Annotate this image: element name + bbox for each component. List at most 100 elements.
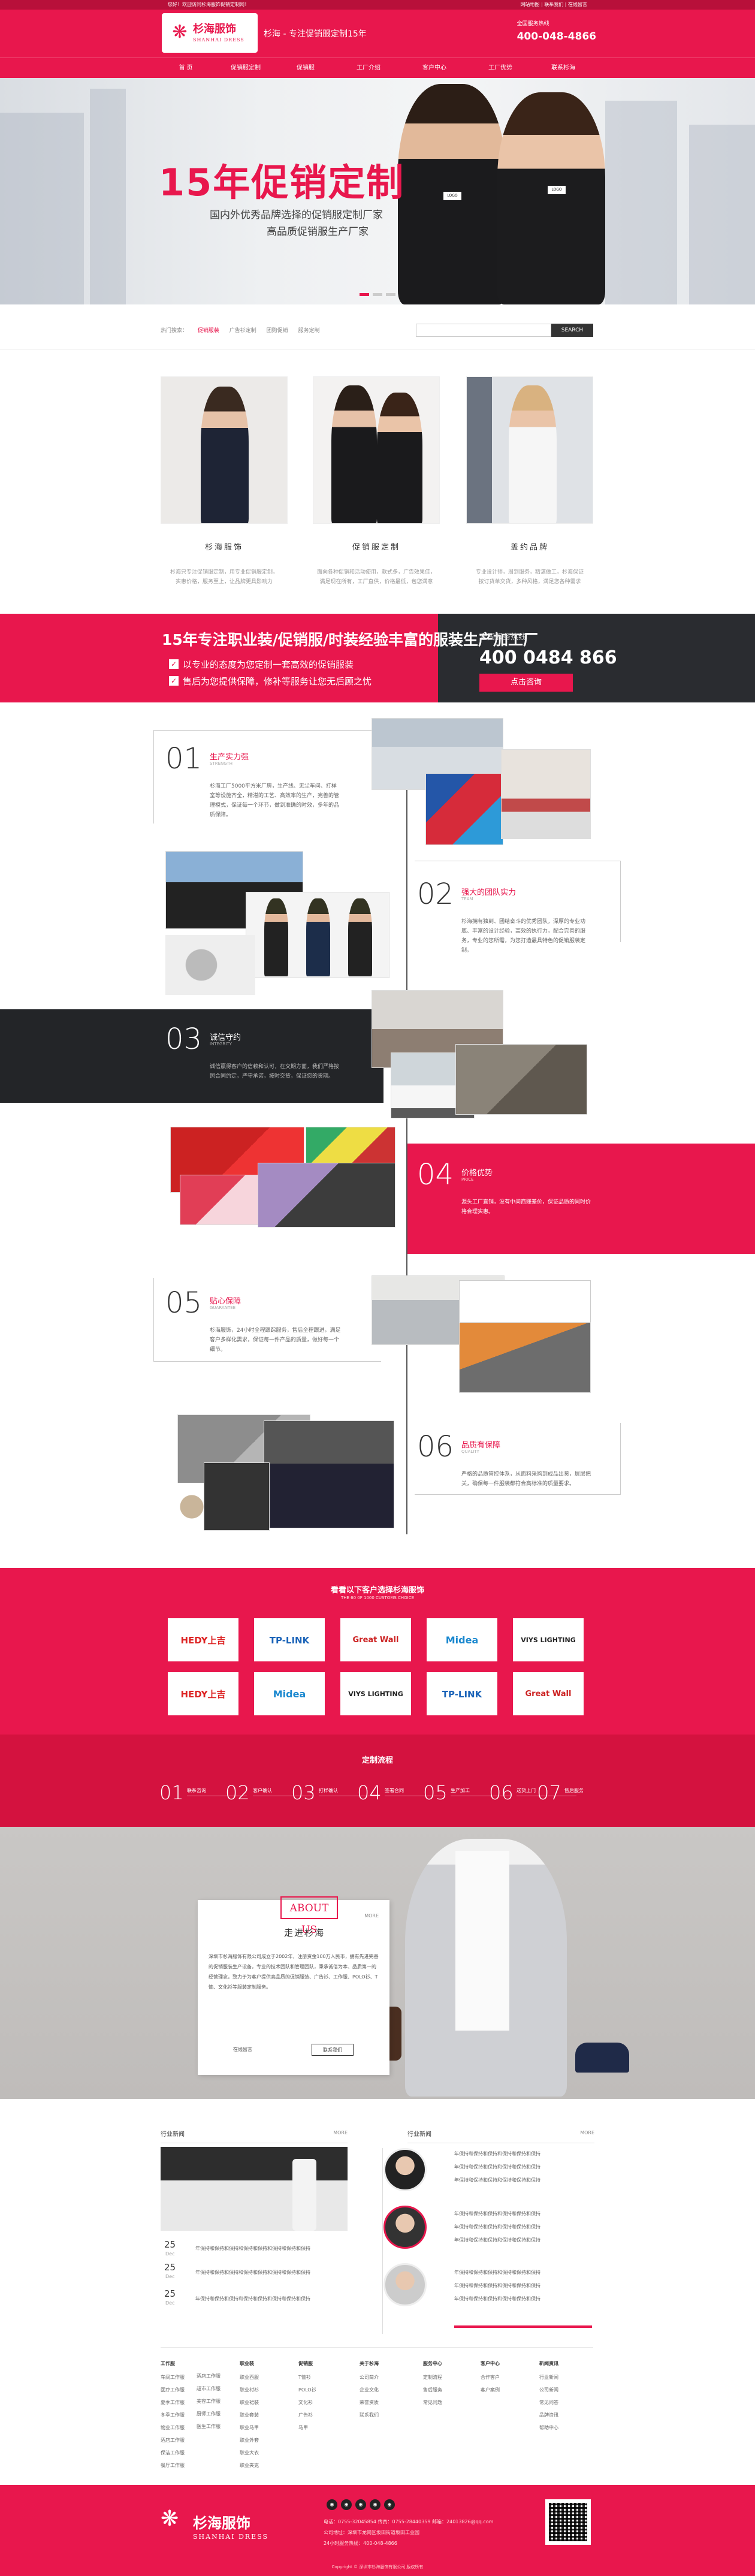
news-item[interactable]: 年保持和保持和保持和保持和保持和保持 bbox=[454, 2164, 540, 2170]
footer-link[interactable]: 夏季工作服 bbox=[161, 2399, 185, 2406]
nav-item[interactable]: 客户中心 bbox=[404, 58, 464, 79]
news-image[interactable] bbox=[161, 2147, 348, 2231]
hot-keyword[interactable]: 团购促销 bbox=[267, 328, 288, 334]
search-input[interactable] bbox=[416, 324, 551, 337]
footer-link[interactable]: 医生工作服 bbox=[197, 2423, 221, 2430]
nav-item[interactable]: 工厂优势 bbox=[470, 58, 530, 79]
footer-link[interactable]: 公司简介 bbox=[360, 2374, 379, 2381]
news-title[interactable]: 年保持和保持和保持和保持和保持和保持和保持和保持 bbox=[195, 2245, 310, 2252]
client-logo[interactable]: Great Wall bbox=[513, 1672, 584, 1715]
news-item[interactable]: 年保持和保持和保持和保持和保持和保持 bbox=[454, 2177, 540, 2183]
footer-link[interactable]: 合作客户 bbox=[481, 2374, 500, 2381]
qr-code bbox=[545, 2499, 591, 2545]
top-links[interactable]: 网站地图 | 联系我们 | 在线留言 bbox=[520, 0, 587, 10]
footer-link[interactable]: 荣誉资质 bbox=[360, 2399, 379, 2406]
footer-link[interactable]: 企业文化 bbox=[360, 2387, 379, 2393]
footer-link[interactable]: 职业套装 bbox=[240, 2412, 259, 2418]
footer-link[interactable]: 品牌资讯 bbox=[539, 2412, 558, 2418]
wechat-icon[interactable]: ◉ bbox=[341, 2499, 352, 2510]
client-logo[interactable]: VIYS LIGHTING bbox=[513, 1618, 584, 1661]
brand-card[interactable]: 盖约品牌 专业设计师，周到服务，精湛做工，杉海保证 按订货单交货，多种风格，满足您… bbox=[466, 376, 593, 587]
nav-item[interactable]: 促销服 bbox=[276, 58, 336, 79]
footer-link[interactable]: 常见问题 bbox=[423, 2399, 442, 2406]
hot-keyword[interactable]: 服务定制 bbox=[298, 328, 320, 334]
footer-link[interactable]: 常见问答 bbox=[539, 2399, 558, 2406]
news-more-link[interactable]: MORE bbox=[580, 2130, 594, 2135]
brand-name: 盖约品牌 bbox=[510, 543, 549, 552]
footer-link[interactable]: 医疗工作服 bbox=[161, 2387, 185, 2393]
client-logo[interactable]: Great Wall bbox=[340, 1618, 411, 1661]
footer-link[interactable]: 保洁工作服 bbox=[161, 2450, 185, 2456]
about-more-link[interactable]: MORE bbox=[364, 1913, 379, 1919]
footer-link[interactable]: 物业工作服 bbox=[161, 2424, 185, 2431]
news-item[interactable]: 年保持和保持和保持和保持和保持和保持 bbox=[454, 2224, 540, 2230]
news-item[interactable]: 年保持和保持和保持和保持和保持和保持 bbox=[454, 2282, 540, 2289]
nav-item[interactable]: 促销服定制 bbox=[216, 58, 276, 79]
footer-link[interactable]: 厨师工作服 bbox=[197, 2411, 221, 2417]
news-item[interactable]: 年保持和保持和保持和保持和保持和保持 bbox=[454, 2210, 540, 2217]
footer-link[interactable]: 行业新闻 bbox=[539, 2374, 558, 2381]
banner-dot[interactable] bbox=[360, 293, 369, 296]
footer-link[interactable]: 美容工作服 bbox=[197, 2398, 221, 2405]
contact-button[interactable]: 联系我们 bbox=[312, 2044, 354, 2056]
news-title[interactable]: 年保持和保持和保持和保持和保持和保持和保持和保持 bbox=[195, 2269, 310, 2276]
weibo-icon[interactable]: ◉ bbox=[327, 2499, 337, 2510]
consult-button[interactable]: 点击咨询 bbox=[479, 674, 573, 692]
footer-link[interactable]: 文化衫 bbox=[298, 2399, 316, 2406]
client-logo[interactable]: Midea bbox=[254, 1672, 325, 1715]
footer-link[interactable]: 职业西服 bbox=[240, 2374, 259, 2381]
banner-dot[interactable] bbox=[373, 293, 382, 296]
client-logo[interactable]: HEDY上吉 bbox=[168, 1618, 238, 1661]
news-avatar[interactable] bbox=[383, 2148, 427, 2191]
footer-link[interactable]: 马甲 bbox=[298, 2424, 316, 2431]
logo[interactable]: ❋ 杉海服饰 SHANHAI DRESS bbox=[162, 13, 258, 53]
footer-link[interactable]: 职业大衣 bbox=[240, 2450, 259, 2456]
nav-item[interactable]: 工厂介绍 bbox=[339, 58, 398, 79]
footer-link[interactable]: 职业衬衫 bbox=[240, 2387, 259, 2393]
client-logo[interactable]: TP-LINK bbox=[427, 1672, 497, 1715]
footer-link[interactable]: T恤衫 bbox=[298, 2374, 316, 2381]
footer-link[interactable]: 冬季工作服 bbox=[161, 2412, 185, 2418]
banner-dot[interactable] bbox=[386, 293, 395, 296]
footer-link[interactable]: POLO衫 bbox=[298, 2387, 316, 2393]
footer-link[interactable]: 职业裙装 bbox=[240, 2399, 259, 2406]
news-item[interactable]: 年保持和保持和保持和保持和保持和保持 bbox=[454, 2237, 540, 2243]
client-logo[interactable]: Midea bbox=[427, 1618, 497, 1661]
footer-link[interactable]: 帮助中心 bbox=[539, 2424, 558, 2431]
client-logo[interactable]: TP-LINK bbox=[254, 1618, 325, 1661]
client-logo[interactable]: VIYS LIGHTING bbox=[340, 1672, 411, 1715]
nav-item[interactable]: 首 页 bbox=[156, 58, 216, 79]
footer-link[interactable]: 联系我们 bbox=[360, 2412, 379, 2418]
news-item[interactable]: 年保持和保持和保持和保持和保持和保持 bbox=[454, 2296, 540, 2302]
news-item[interactable]: 年保持和保持和保持和保持和保持和保持 bbox=[454, 2269, 540, 2276]
news-more-link[interactable]: MORE bbox=[333, 2130, 348, 2135]
qq-icon[interactable]: ◉ bbox=[355, 2499, 366, 2510]
footer-link[interactable]: 酒店工作服 bbox=[161, 2437, 185, 2444]
footer-link[interactable]: 职业马甲 bbox=[240, 2424, 259, 2431]
news-avatar[interactable] bbox=[383, 2206, 427, 2249]
brand-card[interactable]: 杉海服饰 杉海只专注促销服定制，用专业促销服定制， 实惠价格，服务至上，让品牌更具… bbox=[161, 376, 288, 587]
footer-link[interactable]: 客户案例 bbox=[481, 2387, 500, 2393]
client-logo[interactable]: HEDY上吉 bbox=[168, 1672, 238, 1715]
message-button[interactable]: 在线留言 bbox=[222, 2044, 264, 2056]
footer-link[interactable]: 职业外套 bbox=[240, 2437, 259, 2444]
footer-link[interactable]: 酒店工作服 bbox=[197, 2373, 221, 2379]
tencent-icon[interactable]: ◉ bbox=[370, 2499, 380, 2510]
nav-item[interactable]: 联系杉海 bbox=[533, 58, 593, 79]
brand-card[interactable]: 促销服定制 面向各种促销和活动使用，款式多，广告效果佳， 满足现在所有，工厂直供，… bbox=[313, 376, 440, 587]
footer-link[interactable]: 车间工作服 bbox=[161, 2374, 185, 2381]
footer-link[interactable]: 超市工作服 bbox=[197, 2385, 221, 2392]
footer-link[interactable]: 广告衫 bbox=[298, 2412, 316, 2418]
hot-keyword[interactable]: 广告衫定制 bbox=[229, 328, 256, 334]
footer-link[interactable]: 公司新闻 bbox=[539, 2387, 558, 2393]
news-avatar[interactable] bbox=[383, 2263, 427, 2306]
footer-link[interactable]: 售后服务 bbox=[423, 2387, 442, 2393]
search-button[interactable]: SEARCH bbox=[551, 324, 593, 337]
news-title[interactable]: 年保持和保持和保持和保持和保持和保持和保持和保持 bbox=[195, 2296, 310, 2302]
footer-link[interactable]: 职业夹克 bbox=[240, 2462, 259, 2469]
footer-link[interactable]: 餐厅工作服 bbox=[161, 2462, 185, 2469]
footer-link[interactable]: 定制流程 bbox=[423, 2374, 442, 2381]
news-item[interactable]: 年保持和保持和保持和保持和保持和保持 bbox=[454, 2150, 540, 2157]
hot-keyword[interactable]: 促销服装 bbox=[198, 328, 219, 334]
share-icon[interactable]: ◉ bbox=[384, 2499, 395, 2510]
